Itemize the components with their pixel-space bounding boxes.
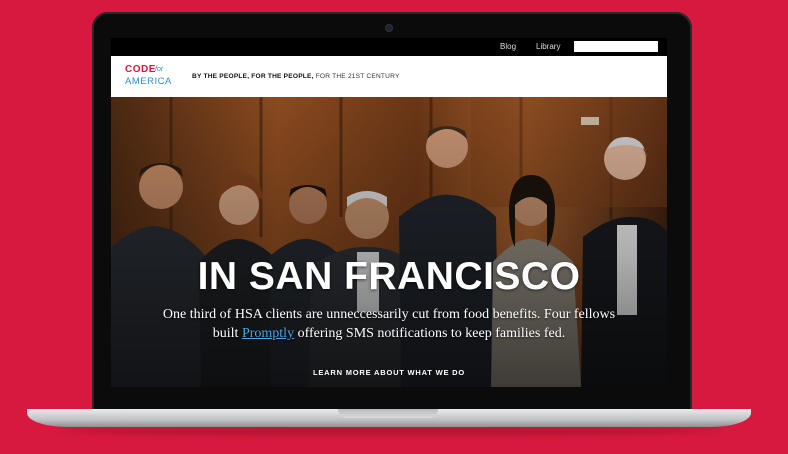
logo-america-text: AMERICA bbox=[125, 76, 172, 87]
tagline-light: FOR THE 21ST CENTURY bbox=[313, 73, 400, 80]
logo-code-text: CODE bbox=[125, 64, 156, 75]
laptop-shadow bbox=[60, 427, 720, 435]
tagline-bold: BY THE PEOPLE, FOR THE PEOPLE, bbox=[192, 73, 314, 80]
nav-link-library[interactable]: Library bbox=[536, 42, 560, 51]
hero-description: One third of HSA clients are unneccessar… bbox=[161, 305, 617, 343]
hero-body-text-2: offering SMS notifications to keep famil… bbox=[294, 326, 566, 341]
code-for-america-logo[interactable]: CODE for AMERICA bbox=[125, 65, 175, 89]
nav-link-blog[interactable]: Blog bbox=[500, 42, 516, 51]
search-input[interactable] bbox=[574, 41, 658, 52]
promptly-link[interactable]: Promptly bbox=[242, 326, 294, 341]
hero-headline: IN SAN FRANCISCO bbox=[197, 255, 581, 298]
laptop-base-notch bbox=[338, 409, 438, 418]
site-header: CODE for AMERICA BY THE PEOPLE, FOR THE … bbox=[111, 56, 667, 97]
hero-banner: IN SAN FRANCISCO One third of HSA client… bbox=[111, 97, 667, 387]
website-screen: Blog Library CODE for AMERICA BY THE PEO… bbox=[111, 38, 667, 387]
logo-for-text: for bbox=[155, 66, 164, 73]
top-nav-bar: Blog Library bbox=[111, 38, 667, 56]
learn-more-link[interactable]: LEARN MORE ABOUT WHAT WE DO bbox=[111, 368, 667, 377]
hero-overlay bbox=[111, 97, 667, 387]
site-tagline: BY THE PEOPLE, FOR THE PEOPLE, FOR THE 2… bbox=[192, 73, 400, 80]
webcam-icon bbox=[386, 25, 392, 31]
